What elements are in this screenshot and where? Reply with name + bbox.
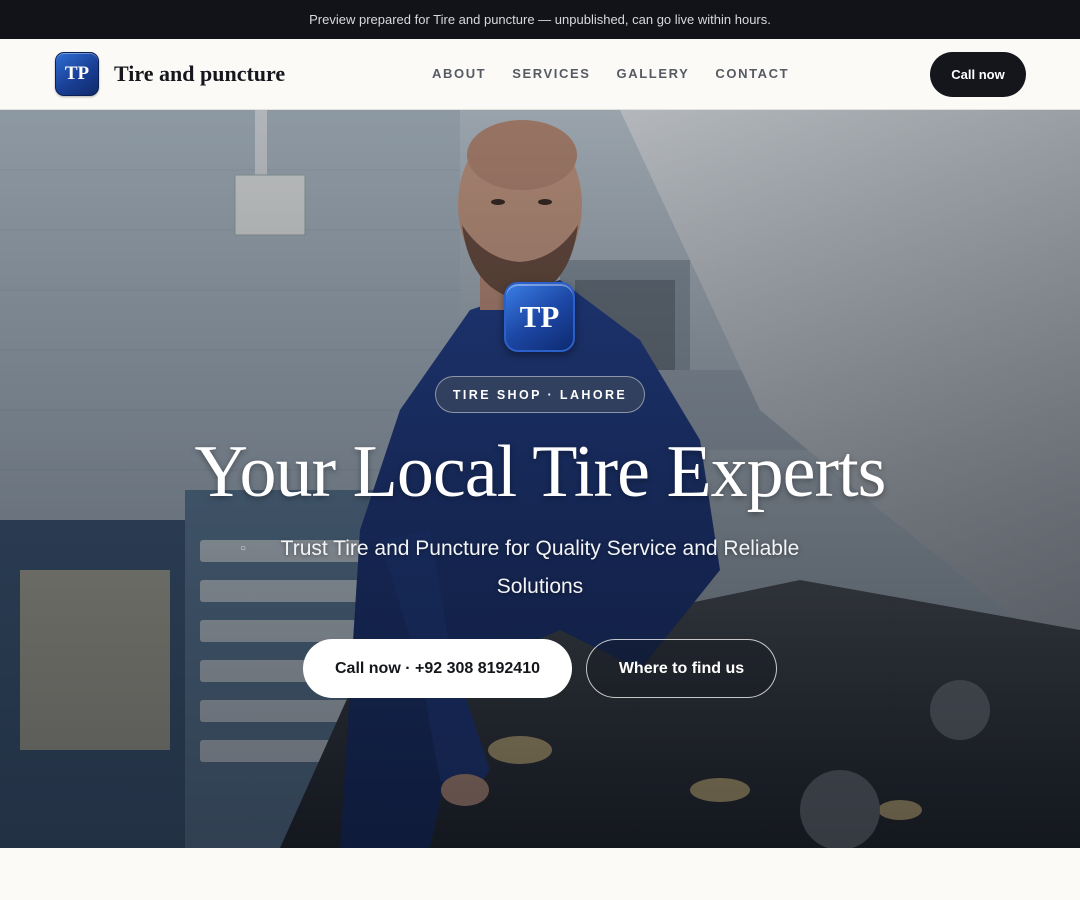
site-header: TP Tire and puncture ABOUT SERVICES GALL…: [0, 39, 1080, 110]
next-section: [0, 848, 1080, 900]
hero-eyebrow-badge: TIRE SHOP · LAHORE: [435, 376, 645, 413]
hero-location-button[interactable]: Where to find us: [586, 639, 777, 698]
hero-subtitle: Trust Tire and Puncture for Quality Serv…: [280, 537, 800, 598]
hero-logo-icon: TP: [504, 282, 575, 352]
nav-link-contact[interactable]: CONTACT: [715, 66, 789, 81]
hero-title: Your Local Tire Experts: [194, 431, 887, 513]
brand[interactable]: TP Tire and puncture: [55, 52, 285, 96]
hero-call-button[interactable]: Call now · +92 308 8192410: [303, 639, 572, 698]
preview-banner: Preview prepared for Tire and puncture —…: [0, 0, 1080, 39]
logo-icon[interactable]: TP: [55, 52, 99, 96]
circle-icon: ○: [240, 543, 247, 554]
nav-link-services[interactable]: SERVICES: [512, 66, 590, 81]
main-nav: ABOUT SERVICES GALLERY CONTACT: [432, 66, 815, 81]
brand-name[interactable]: Tire and puncture: [114, 61, 285, 87]
call-now-button[interactable]: Call now: [930, 52, 1026, 97]
nav-link-gallery[interactable]: GALLERY: [617, 66, 690, 81]
preview-banner-text: Preview prepared for Tire and puncture —…: [309, 12, 771, 27]
hero-section: TP TIRE SHOP · LAHORE Your Local Tire Ex…: [0, 110, 1080, 848]
nav-link-about[interactable]: ABOUT: [432, 66, 486, 81]
